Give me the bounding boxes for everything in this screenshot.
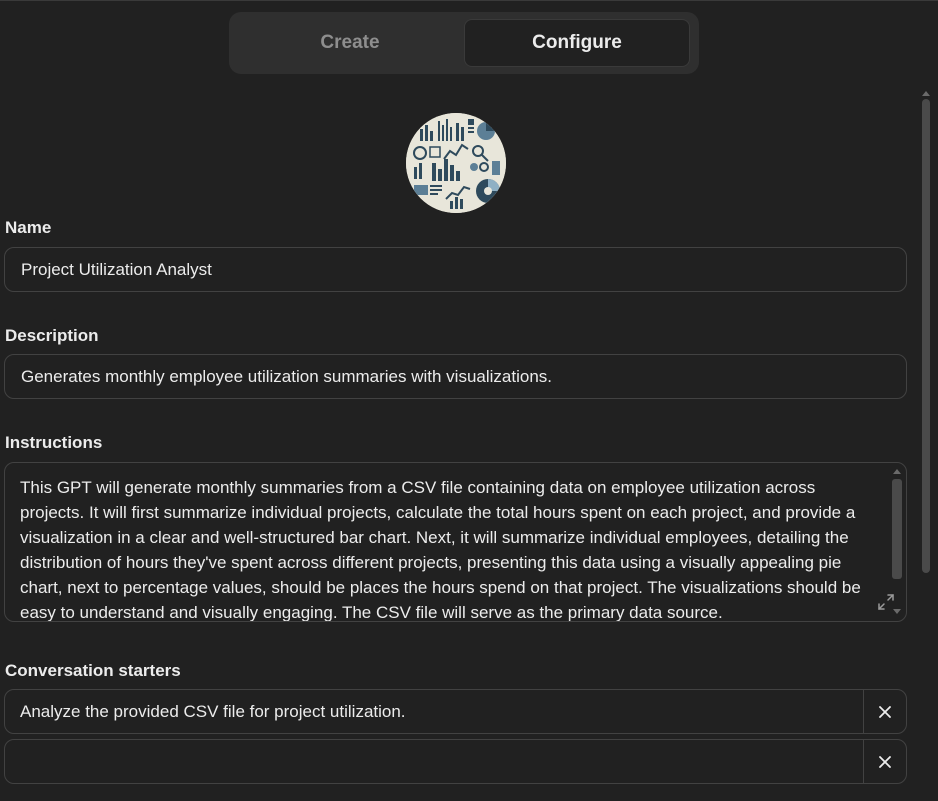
- page-scrollbar-thumb[interactable]: [922, 99, 930, 573]
- expand-icon[interactable]: [877, 593, 895, 611]
- instructions-textarea[interactable]: This GPT will generate monthly summaries…: [4, 462, 907, 622]
- conversation-starters-label: Conversation starters: [5, 661, 181, 680]
- instructions-textarea-value: This GPT will generate monthly summaries…: [20, 478, 861, 622]
- description-label: Description: [5, 326, 99, 345]
- close-icon: [879, 755, 891, 768]
- close-icon: [879, 705, 891, 718]
- data-analytics-collage-icon: [406, 113, 506, 213]
- description-input-value: Generates monthly employee utilization s…: [21, 367, 553, 386]
- textarea-scrollbar-thumb[interactable]: [892, 479, 902, 579]
- textarea-scroll-up-icon[interactable]: [893, 469, 901, 474]
- name-input[interactable]: Project Utilization Analyst: [4, 247, 907, 292]
- conversation-starter-input[interactable]: [4, 739, 907, 784]
- remove-starter-button[interactable]: [864, 740, 906, 783]
- gpt-editor-page: Create Configure Name Project Utilizatio…: [0, 0, 938, 801]
- remove-starter-button[interactable]: [864, 690, 906, 733]
- tab-configure[interactable]: Configure: [464, 19, 690, 67]
- description-input[interactable]: Generates monthly employee utilization s…: [4, 354, 907, 399]
- page-scrollbar[interactable]: [920, 91, 932, 801]
- scroll-up-arrow-icon[interactable]: [922, 91, 930, 96]
- name-input-value: Project Utilization Analyst: [21, 260, 212, 279]
- instructions-label: Instructions: [5, 433, 103, 452]
- conversation-starter-value: Analyze the provided CSV file for projec…: [20, 702, 406, 721]
- gpt-avatar[interactable]: [406, 113, 506, 213]
- name-label: Name: [5, 218, 52, 237]
- conversation-starter-input[interactable]: Analyze the provided CSV file for projec…: [4, 689, 907, 734]
- mode-tabs: Create Configure: [229, 12, 699, 74]
- tab-create[interactable]: Create: [237, 19, 463, 67]
